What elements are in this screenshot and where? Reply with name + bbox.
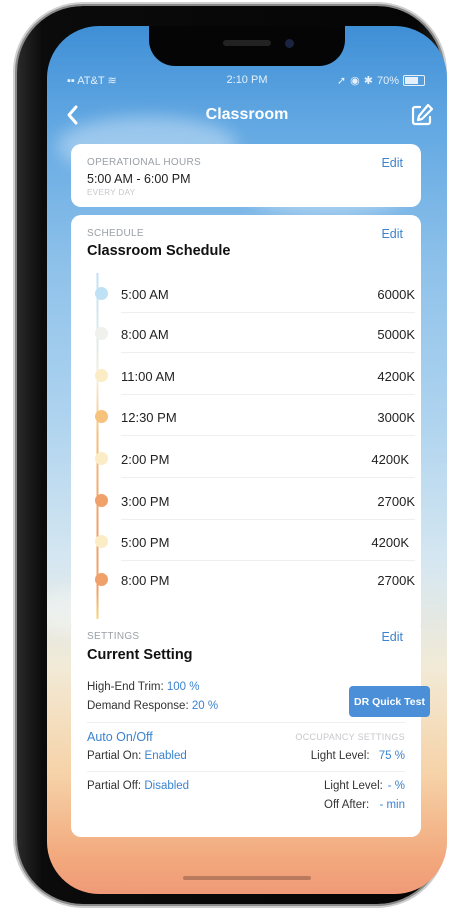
high-end-trim-label: High-End Trim: bbox=[87, 681, 164, 693]
schedule-card: SCHEDULE Edit Classroom Schedule 5:00 AM… bbox=[71, 215, 421, 625]
schedule-time: 5:00 AM bbox=[121, 287, 169, 302]
light-level-off-value: - % bbox=[387, 780, 405, 792]
timeline-dot bbox=[95, 535, 108, 548]
alarm-icon: ◉ bbox=[350, 75, 360, 87]
settings-divider bbox=[87, 771, 405, 772]
schedule-row[interactable]: 11:00 AM 4200K bbox=[95, 357, 415, 395]
high-end-trim-value: 100 % bbox=[166, 681, 200, 693]
demand-response: Demand Response: 20 % bbox=[87, 700, 218, 712]
row-divider bbox=[121, 352, 415, 353]
screen: ▪▪ AT&T ≋ 2:10 PM ➚ ◉ ✱ 70% Classroom OP… bbox=[47, 26, 447, 894]
schedule-time: 8:00 AM bbox=[121, 327, 169, 342]
location-icon: ➚ bbox=[336, 75, 347, 87]
occupancy-settings-label: OCCUPANCY SETTINGS bbox=[295, 732, 405, 742]
schedule-time: 3:00 PM bbox=[121, 494, 170, 509]
auto-on-off-label: Auto On/Off bbox=[87, 730, 153, 744]
partial-on: Partial On: Enabled bbox=[87, 750, 187, 762]
partial-on-value: Enabled bbox=[144, 750, 187, 762]
speaker-grille bbox=[223, 40, 271, 46]
schedule-row[interactable]: 2:00 PM 4200K bbox=[95, 440, 415, 478]
battery-percent: 70% bbox=[376, 74, 399, 87]
schedule-row[interactable]: 8:00 PM 2700K bbox=[95, 561, 415, 599]
timeline-dot bbox=[95, 410, 108, 423]
dr-quick-test-button[interactable]: DR Quick Test bbox=[349, 686, 430, 717]
timeline-dot bbox=[95, 494, 108, 507]
timeline-dot bbox=[95, 369, 108, 382]
page-title: Classroom bbox=[205, 106, 289, 123]
schedule-time: 8:00 PM bbox=[121, 573, 170, 588]
light-level-off-label: Light Level: bbox=[324, 780, 383, 792]
timeline-dot bbox=[95, 573, 108, 586]
timeline-dot bbox=[95, 327, 108, 340]
operational-days: EVERY DAY bbox=[87, 188, 136, 197]
operational-hours-edit-link[interactable]: Edit bbox=[381, 156, 403, 170]
high-end-trim: High-End Trim: 100 % bbox=[87, 681, 200, 693]
schedule-kelvin: 2700K bbox=[377, 573, 415, 588]
home-indicator[interactable] bbox=[183, 876, 311, 880]
operational-hours-value: 5:00 AM - 6:00 PM bbox=[87, 172, 191, 186]
operational-hours-card: OPERATIONAL HOURS Edit 5:00 AM - 6:00 PM… bbox=[71, 144, 421, 207]
settings-card: SETTINGS Edit Current Setting High-End T… bbox=[71, 619, 430, 837]
schedule-title: Classroom Schedule bbox=[87, 243, 231, 259]
settings-edit-link[interactable]: Edit bbox=[381, 630, 403, 644]
off-after-label: Off After: bbox=[324, 799, 370, 811]
settings-divider bbox=[87, 722, 405, 723]
row-divider bbox=[121, 312, 415, 313]
schedule-kelvin: 2700K bbox=[377, 494, 415, 509]
timeline-dot bbox=[95, 287, 108, 300]
timeline-dot bbox=[95, 452, 108, 465]
partial-off-label: Partial Off: bbox=[87, 780, 142, 792]
schedule-kelvin: 5000K bbox=[377, 327, 415, 342]
light-level-label: Light Level: bbox=[310, 750, 370, 762]
off-after-value: - min bbox=[379, 799, 405, 811]
phone-frame: ▪▪ AT&T ≋ 2:10 PM ➚ ◉ ✱ 70% Classroom OP… bbox=[17, 6, 447, 904]
partial-off-value: Disabled bbox=[144, 780, 190, 792]
light-level-on: Light Level: 75 % bbox=[311, 750, 405, 762]
row-divider bbox=[121, 477, 415, 478]
settings-label: SETTINGS bbox=[87, 631, 140, 642]
status-right: ➚ ◉ ✱ 70% bbox=[337, 74, 425, 87]
partial-on-label: Partial On: bbox=[87, 750, 142, 762]
status-bar: ▪▪ AT&T ≋ 2:10 PM ➚ ◉ ✱ 70% bbox=[47, 72, 447, 90]
schedule-kelvin: 6000K bbox=[377, 287, 415, 302]
schedule-kelvin: 4200K bbox=[371, 452, 409, 467]
schedule-row[interactable]: 8:00 AM 5000K bbox=[95, 315, 415, 353]
schedule-edit-link[interactable]: Edit bbox=[381, 227, 403, 241]
schedule-kelvin: 4200K bbox=[377, 369, 415, 384]
nav-bar: Classroom bbox=[47, 98, 447, 132]
schedule-row[interactable]: 5:00 AM 6000K bbox=[95, 275, 415, 313]
schedule-kelvin: 4200K bbox=[371, 535, 409, 550]
row-divider bbox=[121, 519, 415, 520]
schedule-time: 5:00 PM bbox=[121, 535, 170, 550]
bluetooth-icon: ✱ bbox=[363, 75, 373, 87]
compose-icon[interactable] bbox=[407, 100, 437, 130]
front-camera bbox=[285, 39, 294, 48]
demand-response-value: 20 % bbox=[191, 700, 219, 712]
schedule-time: 2:00 PM bbox=[121, 452, 170, 467]
row-divider bbox=[121, 394, 415, 395]
schedule-row[interactable]: 5:00 PM 4200K bbox=[95, 523, 415, 561]
light-level-value: 75 % bbox=[378, 750, 405, 762]
notch bbox=[149, 26, 345, 66]
demand-response-label: Demand Response: bbox=[87, 700, 189, 712]
operational-hours-label: OPERATIONAL HOURS bbox=[87, 157, 202, 168]
battery-icon bbox=[403, 75, 425, 86]
schedule-label: SCHEDULE bbox=[87, 228, 144, 239]
row-divider bbox=[121, 435, 415, 436]
settings-title: Current Setting bbox=[87, 647, 193, 663]
schedule-kelvin: 3000K bbox=[377, 410, 415, 425]
schedule-row[interactable]: 12:30 PM 3000K bbox=[95, 398, 415, 436]
schedule-time: 12:30 PM bbox=[121, 410, 177, 425]
partial-off: Partial Off: Disabled bbox=[87, 780, 189, 792]
schedule-time: 11:00 AM bbox=[121, 369, 175, 384]
schedule-row[interactable]: 3:00 PM 2700K bbox=[95, 482, 415, 520]
